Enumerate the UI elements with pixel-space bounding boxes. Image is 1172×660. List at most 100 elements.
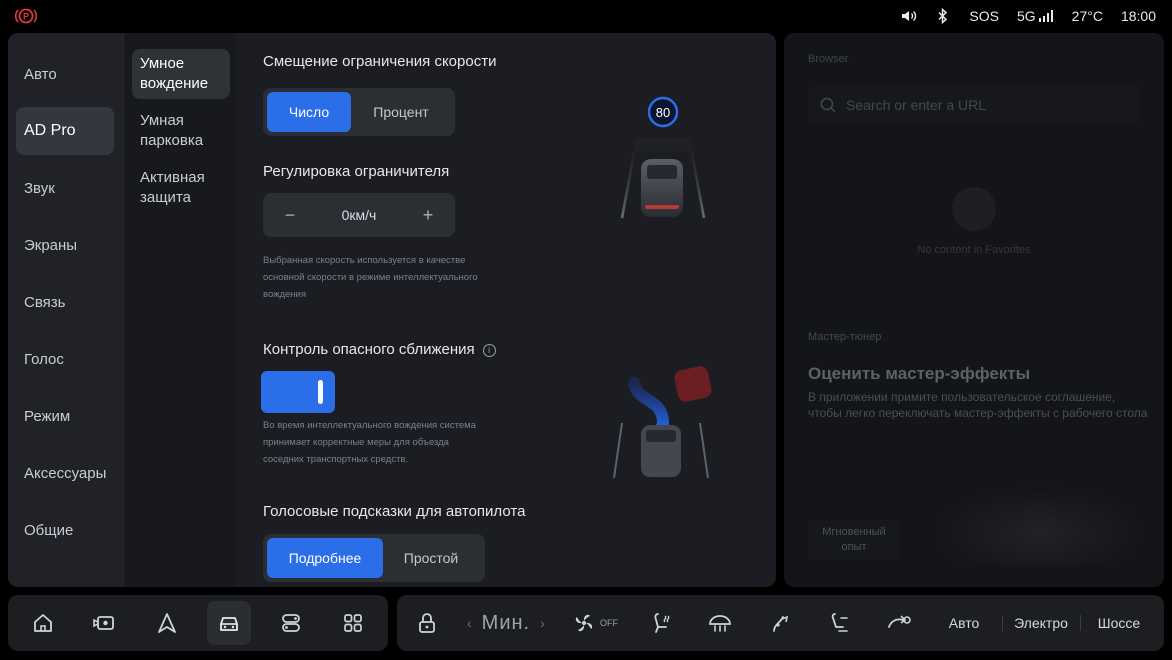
collision-title-text: Контроль опасного сближения (263, 341, 475, 358)
hint-line: принимает корректные меры для объезда (263, 437, 449, 448)
subnav-label-line2: парковка (140, 132, 204, 149)
airflow-feet-icon[interactable] (823, 595, 855, 651)
button-line: Мгновенный (822, 526, 886, 538)
speed-sign-value: 80 (656, 105, 670, 120)
browser-card: Browser Search or enter a URL No content… (784, 33, 1164, 587)
temperature: 27°C (1071, 8, 1103, 24)
limiter-value: 0км/ч (341, 207, 377, 223)
limiter-increase-button[interactable]: + (421, 205, 435, 226)
subnav-label-line1: Активная (140, 169, 205, 186)
nav-item-accessories[interactable]: Аксессуары (16, 449, 114, 497)
voice-hints-simple-option[interactable]: Простой (383, 538, 479, 578)
bluetooth-icon[interactable] (935, 8, 951, 24)
fan-icon (575, 614, 593, 632)
settings-content: Смещение ограничения скорости Число Проц… (236, 33, 776, 587)
browser-label: Browser (808, 53, 849, 65)
master-tuner-title: Оценить мастер-эффекты (808, 364, 1031, 383)
signal-icon (1038, 10, 1053, 22)
fan-state-label: OFF (600, 618, 618, 628)
primary-nav: Авто AD Pro Звук Экраны Связь Голос Режи… (8, 33, 123, 587)
speed-offset-number-option[interactable]: Число (267, 92, 351, 132)
chevron-right-icon[interactable]: › (540, 615, 545, 631)
info-icon[interactable]: i (482, 344, 496, 357)
favorites-empty-icon (952, 187, 996, 231)
airflow-face-icon[interactable] (764, 595, 796, 651)
voice-hints-title: Голосовые подсказки для автопилота (263, 503, 526, 520)
hint-line: вождения (263, 289, 306, 300)
fan-off-button[interactable]: OFF (569, 595, 621, 651)
seat-heating-icon[interactable] (645, 595, 677, 651)
network-label: 5G (1016, 8, 1036, 24)
limiter-hint: Выбранная скорость используется в качест… (263, 252, 478, 303)
nav-item-sound[interactable]: Звук (16, 164, 114, 212)
car-icon[interactable] (207, 601, 251, 645)
sos-button[interactable]: SOS (969, 8, 999, 24)
chevron-left-icon[interactable]: ‹ (467, 615, 472, 631)
master-tuner-label: Мастер-тюнер (808, 331, 882, 343)
home-icon[interactable] (21, 601, 65, 645)
settings-panel: Авто AD Pro Звук Экраны Связь Голос Режи… (8, 33, 776, 587)
collision-illustration (613, 366, 712, 479)
browser-search-placeholder: Search or enter a URL (846, 97, 987, 113)
toggle-knob (318, 380, 323, 404)
nav-item-connection[interactable]: Связь (16, 278, 114, 326)
network-indicator: 5G (1017, 8, 1054, 24)
mode-electric-button[interactable]: Электро (1011, 595, 1071, 651)
nav-item-general[interactable]: Общие (16, 506, 114, 554)
parking-brake-icon: P (14, 6, 38, 26)
collision-title: Контроль опасного сближения i (263, 341, 496, 358)
master-tuner-description: В приложении примите пользовательское со… (808, 389, 1158, 421)
subnav-label-line2: вождение (140, 75, 209, 92)
speed-offset-percent-option[interactable]: Процент (351, 92, 451, 132)
button-line: опыт (841, 541, 867, 553)
voice-hints-detailed-option[interactable]: Подробнее (267, 538, 383, 578)
collision-hint: Во время интеллектуального вождения сист… (263, 417, 476, 468)
nav-item-ad-pro[interactable]: AD Pro (16, 107, 114, 155)
secondary-nav: Умное вождение Умная парковка Активная з… (123, 33, 236, 587)
defrost-icon[interactable] (704, 595, 736, 651)
apps-grid-icon[interactable] (331, 601, 375, 645)
dashcam-icon[interactable] (82, 601, 126, 645)
nav-item-voice[interactable]: Голос (16, 335, 114, 383)
app-dock (8, 595, 388, 651)
search-icon (820, 97, 836, 113)
collision-toggle[interactable] (261, 371, 335, 413)
hint-line: Выбранная скорость используется в качест… (263, 255, 466, 266)
fan-speed-selector[interactable]: ‹ Мин. › (467, 595, 545, 651)
status-bar: P SOS 5G 27°C 18:00 (0, 0, 1172, 32)
browser-empty-text: No content in Favorites (917, 244, 1031, 256)
subnav-label-line1: Умное (140, 55, 185, 72)
mode-divider (1002, 615, 1003, 631)
description-line: чтобы легко переключать мастер-эффекты с… (808, 406, 1148, 420)
speed-offset-title: Смещение ограничения скорости (263, 53, 497, 70)
subnav-label-line2: защита (140, 189, 191, 206)
hint-line: Во время интеллектуального вождения сист… (263, 420, 476, 431)
instant-experience-button[interactable]: Мгновенный опыт (808, 520, 900, 560)
limiter-decrease-button[interactable]: − (283, 205, 297, 226)
subnav-active-protection[interactable]: Активная защита (132, 168, 230, 212)
subnav-label-line1: Умная (140, 112, 184, 129)
limiter-stepper: − 0км/ч + (263, 193, 455, 237)
subnav-smart-parking[interactable]: Умная парковка (132, 111, 230, 155)
media-icon[interactable] (269, 601, 313, 645)
speed-limit-illustration: 80 (620, 96, 706, 219)
master-tuner-image (934, 485, 1144, 565)
svg-text:P: P (23, 12, 29, 22)
fan-speed-value: Мин. (481, 611, 531, 634)
voice-hints-segmented: Подробнее Простой (263, 534, 485, 582)
mode-divider (1080, 615, 1081, 631)
recirculation-icon[interactable] (883, 595, 915, 651)
nav-item-screens[interactable]: Экраны (16, 221, 114, 269)
mode-highway-button[interactable]: Шоссе (1091, 595, 1147, 651)
description-line: В приложении примите пользовательское со… (808, 390, 1116, 404)
hint-line: соседних транспортных средств. (263, 454, 409, 465)
clock: 18:00 (1120, 8, 1156, 24)
mode-auto-button[interactable]: Авто (938, 595, 990, 651)
nav-item-auto[interactable]: Авто (16, 50, 114, 98)
volume-icon[interactable] (901, 8, 917, 24)
navigation-icon[interactable] (145, 601, 189, 645)
lock-icon[interactable] (411, 595, 443, 651)
nav-item-mode[interactable]: Режим (16, 392, 114, 440)
browser-search-bar[interactable]: Search or enter a URL (808, 85, 1140, 125)
subnav-smart-driving[interactable]: Умное вождение (132, 49, 230, 99)
